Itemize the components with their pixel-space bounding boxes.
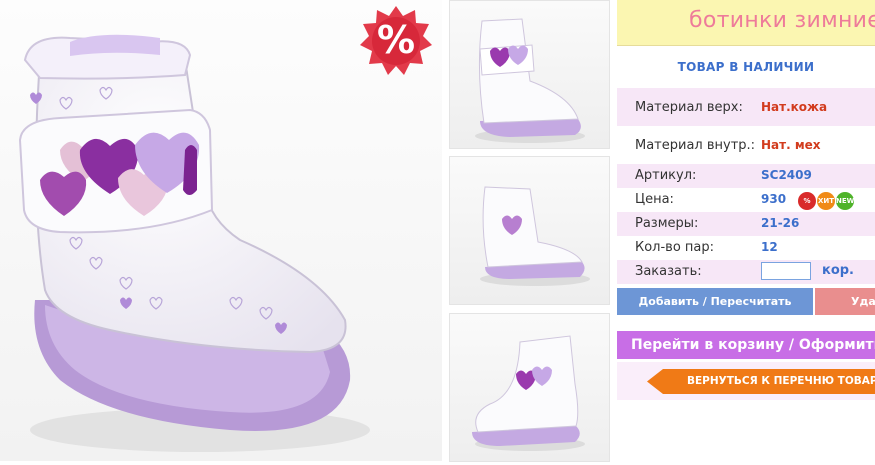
- boot-thumbnail-icon: [475, 18, 585, 143]
- spec-label: Материал внутр.:: [635, 138, 756, 153]
- spec-label: Цена:: [635, 192, 674, 207]
- price-value: 930: [761, 192, 787, 206]
- order-row: Заказать: кор.: [617, 260, 875, 284]
- product-info-panel: ботинки зимние ТОВАР В НАЛИЧИИ Материал …: [617, 0, 875, 461]
- thumbnail-3[interactable]: [449, 313, 610, 462]
- thumbnail-1[interactable]: [449, 0, 610, 149]
- order-quantity-input[interactable]: [761, 262, 811, 280]
- sale-badge-label: %: [376, 18, 416, 62]
- spec-value: 21-26: [761, 216, 800, 230]
- sale-mini-badge: %: [798, 192, 816, 210]
- order-unit: кор.: [822, 263, 854, 278]
- thumbnail-2[interactable]: [449, 156, 610, 305]
- boot-thumbnail-icon: [480, 186, 590, 286]
- delete-button[interactable]: Уда: [815, 288, 875, 315]
- back-row: ВЕРНУТЬСЯ К ПЕРЕЧНЮ ТОВАРА: [617, 362, 875, 400]
- new-mini-badge: NEW: [836, 192, 854, 210]
- order-label: Заказать:: [635, 264, 702, 279]
- spec-value: SC2409: [761, 168, 812, 182]
- spec-row-article: Артикул: SC2409: [617, 164, 875, 188]
- spec-row-sizes: Размеры: 21-26: [617, 212, 875, 236]
- hit-mini-badge: ХИТ: [817, 192, 835, 210]
- sale-badge: %: [359, 4, 433, 78]
- spec-value: 12: [761, 240, 778, 254]
- spec-row-price: Цена: 930 % ХИТ NEW: [617, 188, 875, 212]
- spec-label: Артикул:: [635, 168, 697, 183]
- spec-row-pairs: Кол-во пар: 12: [617, 236, 875, 260]
- spec-value: Нат.кожа: [761, 100, 828, 114]
- boot-thumbnail-icon: [472, 335, 585, 451]
- product-title: ботинки зимние: [689, 8, 875, 33]
- spec-value: Нат. мех: [761, 138, 821, 152]
- stock-status: ТОВАР В НАЛИЧИИ: [677, 60, 815, 74]
- spec-label: Размеры:: [635, 216, 699, 231]
- spec-label: Материал верх:: [635, 100, 743, 115]
- back-to-list-button[interactable]: ВЕРНУТЬСЯ К ПЕРЕЧНЮ ТОВАРА: [647, 369, 875, 394]
- spec-row-material-inner: Материал внутр.: Нат. мех: [617, 126, 875, 164]
- spec-row-material-upper: Материал верх: Нат.кожа: [617, 88, 875, 126]
- back-to-list-label: ВЕРНУТЬСЯ К ПЕРЕЧНЮ ТОВАРА: [687, 375, 875, 387]
- spec-label: Кол-во пар:: [635, 240, 715, 255]
- product-title-box: ботинки зимние: [617, 0, 875, 46]
- add-recalculate-button[interactable]: Добавить / Пересчитать: [617, 288, 813, 315]
- go-to-cart-button[interactable]: Перейти в корзину / Оформить: [617, 331, 875, 359]
